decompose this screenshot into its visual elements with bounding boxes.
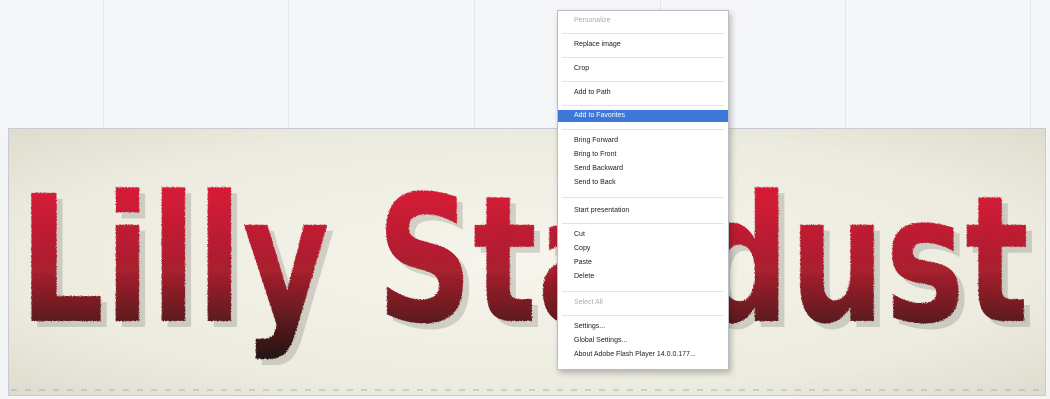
menu-item-paste[interactable]: Paste [558, 257, 728, 269]
menu-item-global-settings[interactable]: Global Settings... [558, 335, 728, 347]
grid-line [474, 0, 475, 130]
menu-separator [562, 315, 724, 316]
menu-item-about-flash-player[interactable]: About Adobe Flash Player 14.0.0.177... [558, 349, 728, 361]
menu-item-select-all: Select All [574, 299, 603, 306]
grid-line [288, 0, 289, 130]
menu-item-copy[interactable]: Copy [558, 243, 728, 255]
grid-line [103, 0, 104, 130]
menu-separator [562, 81, 724, 82]
canvas-grid-area [0, 0, 1050, 130]
menu-item-add-to-favorites[interactable]: Add to Favorites [558, 110, 728, 122]
menu-item-send-backward[interactable]: Send Backward [558, 163, 728, 175]
menu-separator [562, 105, 724, 106]
menu-item-bring-forward[interactable]: Bring Forward [558, 135, 728, 147]
banner-border-dashes [11, 389, 1041, 391]
banner-title: Lilly Stardust [19, 158, 1029, 363]
menu-item-start-presentation[interactable]: Start presentation [558, 205, 728, 217]
menu-item-replace-image[interactable]: Replace image [558, 39, 728, 51]
context-menu: Personalize Replace image Crop Add to Pa… [557, 10, 729, 370]
grid-line [1030, 0, 1031, 130]
menu-item-add-to-path[interactable]: Add to Path [558, 87, 728, 99]
menu-item-bring-to-front[interactable]: Bring to Front [558, 149, 728, 161]
menu-item-crop[interactable]: Crop [558, 63, 728, 75]
grid-line [845, 0, 846, 130]
banner-graphic: Lilly Stardust Lilly Stardust [19, 158, 1035, 369]
menu-separator [562, 197, 724, 198]
menu-separator [562, 129, 724, 130]
menu-separator [562, 57, 724, 58]
menu-item-delete[interactable]: Delete [558, 271, 728, 283]
menu-separator [562, 291, 724, 292]
menu-separator [562, 223, 724, 224]
menu-separator [562, 33, 724, 34]
menu-item-cut[interactable]: Cut [558, 229, 728, 241]
banner-image[interactable]: Lilly Stardust Lilly Stardust [8, 128, 1046, 396]
menu-item-send-to-back[interactable]: Send to Back [558, 177, 728, 189]
editor-workspace: Lilly Stardust Lilly Stardust Personaliz… [0, 0, 1050, 399]
menu-item-personalize: Personalize [574, 17, 611, 24]
menu-item-settings[interactable]: Settings... [558, 321, 728, 333]
